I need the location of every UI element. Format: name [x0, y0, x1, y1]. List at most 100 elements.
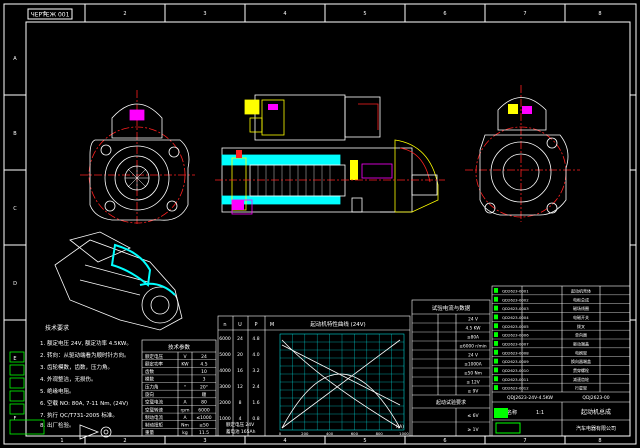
- tech-note-8: 8. 出厂检验。: [40, 421, 75, 429]
- param-rows: 额定电压 V 24 额定功率 KW 4.5 齿数 10 模数 3 压力角 ° 20° 旋向 顺空载电流 A 80…: [142, 353, 216, 436]
- bom-green-stamp: [494, 408, 508, 418]
- chart-tick-x: 200: [301, 431, 309, 436]
- check-rows: 24 V 4.5 KW ≤80A ≥6000 r/min 24 V ≤1000A ≥50 N…: [412, 317, 490, 433]
- projection-symbol: [79, 424, 112, 440]
- bom-row-code: QD2623-0005: [502, 324, 529, 329]
- bom-header-code: QDJ2623-24V-4.5KW: [507, 395, 554, 401]
- bom-row-code: QD2623-0002: [502, 297, 529, 302]
- rear-end-view: [465, 85, 580, 222]
- bom-row-name: 拨叉: [577, 323, 585, 329]
- zone-bottom-5: 5: [363, 438, 366, 444]
- check-row-value: ≤ 12V: [466, 380, 479, 386]
- zone-top-5: 5: [363, 11, 366, 17]
- param-value: 4.5: [200, 361, 207, 367]
- param-unit: KW: [181, 361, 189, 367]
- check-bottom-value: ≤ 6V: [467, 413, 479, 419]
- chart-tick-u: 12: [237, 384, 243, 390]
- zone-left-b: B: [13, 131, 17, 137]
- bom-row-marker: [494, 341, 498, 346]
- zone-bottom-1: 1: [60, 438, 63, 444]
- bom-row-name: 电枢总成: [573, 296, 589, 302]
- check-row-value: ≤1000A: [464, 362, 482, 368]
- check-row-value: 24 V: [468, 353, 478, 359]
- param-value: ≤1000: [196, 415, 211, 421]
- bom-drawing-no: QDJ2623-00: [582, 395, 609, 401]
- param-table-title: 技术参数: [168, 343, 191, 351]
- param-value: 20°: [200, 384, 208, 390]
- check-row-value: 4.5 KW: [465, 326, 481, 332]
- chart-tick-p: 1.6: [252, 400, 259, 406]
- tech-note-3: 3. 齿轮模数，齿数，压力角。: [40, 363, 113, 371]
- chart-tick-u: 4: [239, 416, 242, 422]
- bom-name-label: 名称: [507, 409, 517, 416]
- tech-note-1: 1. 额定电压 24V, 额定功率 4.5KW。: [40, 339, 132, 347]
- bom-row-code: QD2623-0001: [502, 288, 529, 293]
- technical-notes: 技术要求 1. 额定电压 24V, 额定功率 4.5KW。 2. 转向：从驱动端…: [40, 324, 132, 429]
- param-name: 空载转速: [145, 406, 163, 413]
- chart-y-label-p: P: [254, 322, 257, 328]
- bom-row-name: 起动机壳体: [571, 287, 591, 293]
- bom-row-name: 换向器端盖: [571, 358, 591, 364]
- chart-tick-n: 4000: [219, 368, 231, 374]
- zone-top-7: 7: [523, 11, 526, 17]
- bom-rows: QD2623-0001 起动机壳体 QD2623-0002 电枢总成 QD2623-00…: [492, 287, 630, 391]
- bom-row-name: 单向器: [575, 332, 587, 338]
- check-row-value: ≥6000 r/min: [459, 344, 486, 350]
- param-name: 重量: [145, 429, 154, 436]
- bom-row-name: 电磁开关: [573, 314, 589, 320]
- bom-row-marker: [494, 349, 498, 355]
- bom-row-code: QD2623-0009: [502, 359, 529, 364]
- tech-note-5: 5. 绝缘电阻。: [40, 387, 75, 395]
- chart-tick-n: 5000: [219, 352, 231, 358]
- check-row-value: 24 V: [468, 317, 478, 323]
- check-row-value: ≥50 Nm: [464, 371, 482, 377]
- param-unit: kg: [182, 430, 188, 436]
- bom-row-name: 驱动端盖: [573, 340, 589, 346]
- bom-row-code: QD2623-0010: [502, 368, 529, 373]
- chart-tick-n: 1000: [219, 416, 231, 422]
- stamp-label: ЧЕРТЕЖ 001: [31, 12, 70, 19]
- param-name: 额定电压: [145, 353, 163, 360]
- chart-footer-left: 额定电压 24V: [226, 421, 255, 428]
- zone-top-3: 3: [203, 11, 206, 17]
- check-table: 试验电流与数据 起动试验要求 24 V 4.5 KW ≤80A ≥6000 r/min…: [411, 299, 491, 437]
- param-value: 80: [201, 400, 207, 406]
- param-unit: °: [184, 384, 186, 390]
- chart-tick-x: 0: [279, 431, 282, 436]
- isometric-view: [54, 231, 183, 331]
- cad-drawing-sheet: 1 2 3 4 5 6 7 8 1 2 3 4 5 6 7 8 A B C D …: [3, 3, 637, 445]
- param-unit: V: [183, 354, 187, 360]
- param-unit: A: [183, 415, 187, 421]
- zone-bottom-2: 2: [123, 438, 126, 444]
- zone-left-e: E: [13, 356, 16, 362]
- param-value: 3: [203, 377, 206, 383]
- chart-tick-u: 16: [237, 368, 243, 374]
- check-row-value: ≥ 9V: [468, 389, 479, 395]
- param-name: 旋向: [145, 391, 154, 398]
- param-name: 空载电流: [145, 399, 163, 406]
- bom-row-name: 贯穿螺栓: [573, 367, 589, 373]
- chart-tick-p: 4.8: [252, 336, 259, 342]
- chart-tick-n: 3000: [219, 384, 231, 390]
- bom-row-code: QD2623-0006: [502, 333, 529, 338]
- chart-tick-u: 8: [239, 400, 242, 406]
- zone-bottom-4: 4: [283, 438, 286, 444]
- chart-x-label: I(A): [396, 424, 404, 430]
- zone-top-8: 8: [598, 11, 601, 17]
- chart-y-label-u: U: [238, 322, 242, 328]
- zone-bottom-8: 8: [598, 438, 601, 444]
- bom-row-marker: [494, 376, 498, 382]
- zone-bottom-6: 6: [443, 438, 446, 444]
- bom-row-marker: [494, 332, 498, 337]
- main-section-view: [215, 94, 445, 215]
- tech-note-6: 6. 空载 NO: 80A, 7-11 Nm, (24V): [40, 399, 128, 407]
- check-table-mid-title: 起动试验要求: [436, 399, 466, 406]
- chart-tick-p: 0.8: [252, 416, 259, 422]
- bom-title-block: QD2623-0001 起动机壳体 QD2623-0002 电枢总成 QD2623-00…: [491, 285, 631, 437]
- tech-note-2: 2. 转向：从驱动端看为顺时针方向。: [40, 351, 130, 359]
- bom-row-marker: [494, 323, 498, 329]
- chart-tick-x: 800: [376, 431, 384, 436]
- check-row-value: ≤80A: [467, 335, 479, 341]
- bom-row-name: 行星架: [575, 385, 587, 391]
- bom-row-marker: [494, 305, 498, 311]
